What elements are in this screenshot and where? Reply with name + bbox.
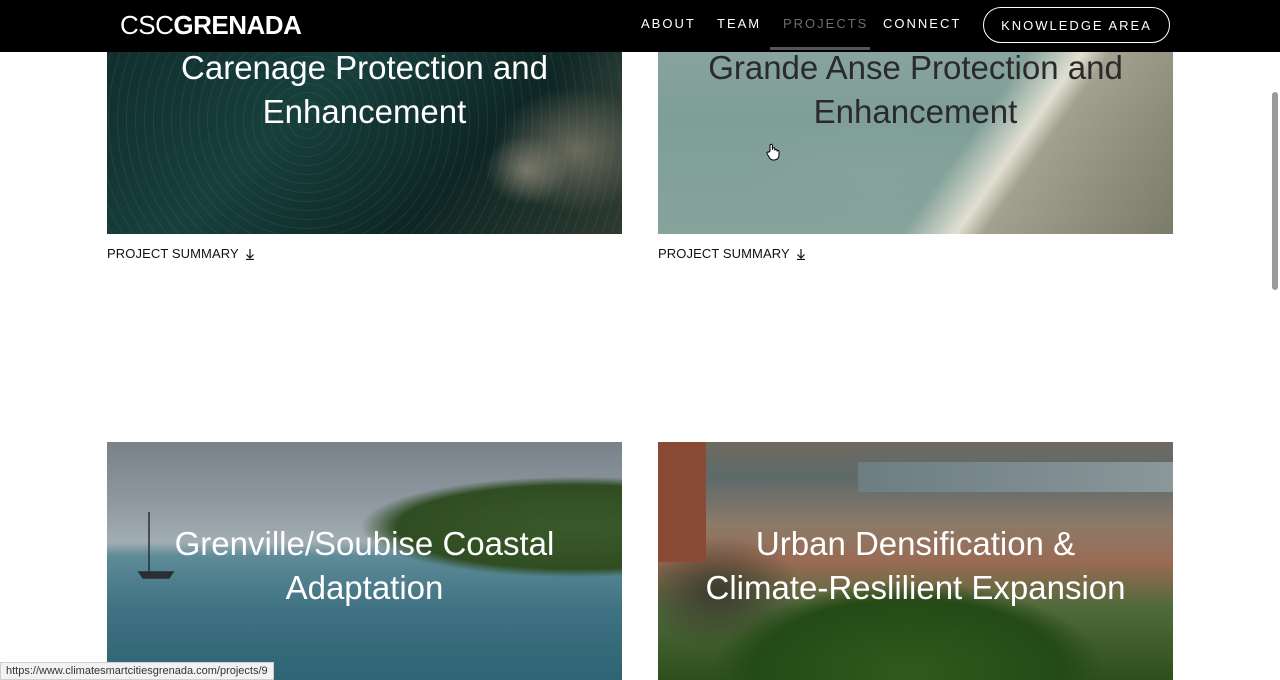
nav-connect[interactable]: CONNECT	[883, 16, 961, 32]
knowledge-area-button[interactable]: KNOWLEDGE AREA	[983, 7, 1170, 43]
project-title-line: Climate-Reslilient Expansion	[705, 569, 1126, 606]
project-card-urban-densification[interactable]: Urban Densification & Climate-Reslilient…	[658, 442, 1173, 680]
project-summary-label: PROJECT SUMMARY	[658, 246, 790, 261]
project-title-line: Adaptation	[285, 569, 444, 606]
project-title-carenage: Carenage Protection and Enhancement	[107, 46, 622, 134]
project-title-line: Enhancement	[813, 93, 1018, 130]
project-title-line: Urban Densification &	[755, 525, 1076, 562]
site-logo[interactable]: CSCGRENADA	[120, 10, 302, 40]
nav-projects[interactable]: PROJECTS	[783, 16, 868, 32]
project-title-urban-densification: Urban Densification & Climate-Reslilient…	[658, 522, 1173, 610]
logo-text-light: CSC	[120, 10, 174, 40]
project-title-line: Enhancement	[262, 93, 467, 130]
project-title-line: Grande Anse Protection and	[708, 49, 1123, 86]
logo-text-bold: GRENADA	[173, 10, 302, 40]
link-status-url: https://www.climatesmartcitiesgrenada.co…	[0, 662, 274, 680]
project-summary-link-grande-anse[interactable]: PROJECT SUMMARY	[658, 246, 806, 262]
project-title-line: Carenage Protection and	[181, 49, 548, 86]
nav-team[interactable]: TEAM	[717, 16, 761, 32]
knowledge-area-label: KNOWLEDGE AREA	[1001, 17, 1152, 33]
project-title-grenville: Grenville/Soubise Coastal Adaptation	[107, 522, 622, 610]
nav-active-indicator	[770, 47, 870, 50]
hand-pointer-icon	[766, 143, 780, 161]
project-title-grande-anse: Grande Anse Protection and Enhancement	[658, 46, 1173, 134]
project-summary-link-carenage[interactable]: PROJECT SUMMARY	[107, 246, 255, 262]
project-title-line: Grenville/Soubise Coastal	[174, 525, 555, 562]
project-card-grenville[interactable]: Grenville/Soubise Coastal Adaptation	[107, 442, 622, 680]
download-arrow-icon	[245, 249, 254, 260]
page-scrollbar-thumb[interactable]	[1272, 92, 1278, 290]
project-summary-label: PROJECT SUMMARY	[107, 246, 239, 261]
site-header: CSCGRENADA ABOUT TEAM PROJECTS CONNECT K…	[0, 0, 1280, 52]
download-arrow-icon	[796, 249, 805, 260]
harbor-water-image	[858, 462, 1173, 492]
nav-about[interactable]: ABOUT	[641, 16, 696, 32]
